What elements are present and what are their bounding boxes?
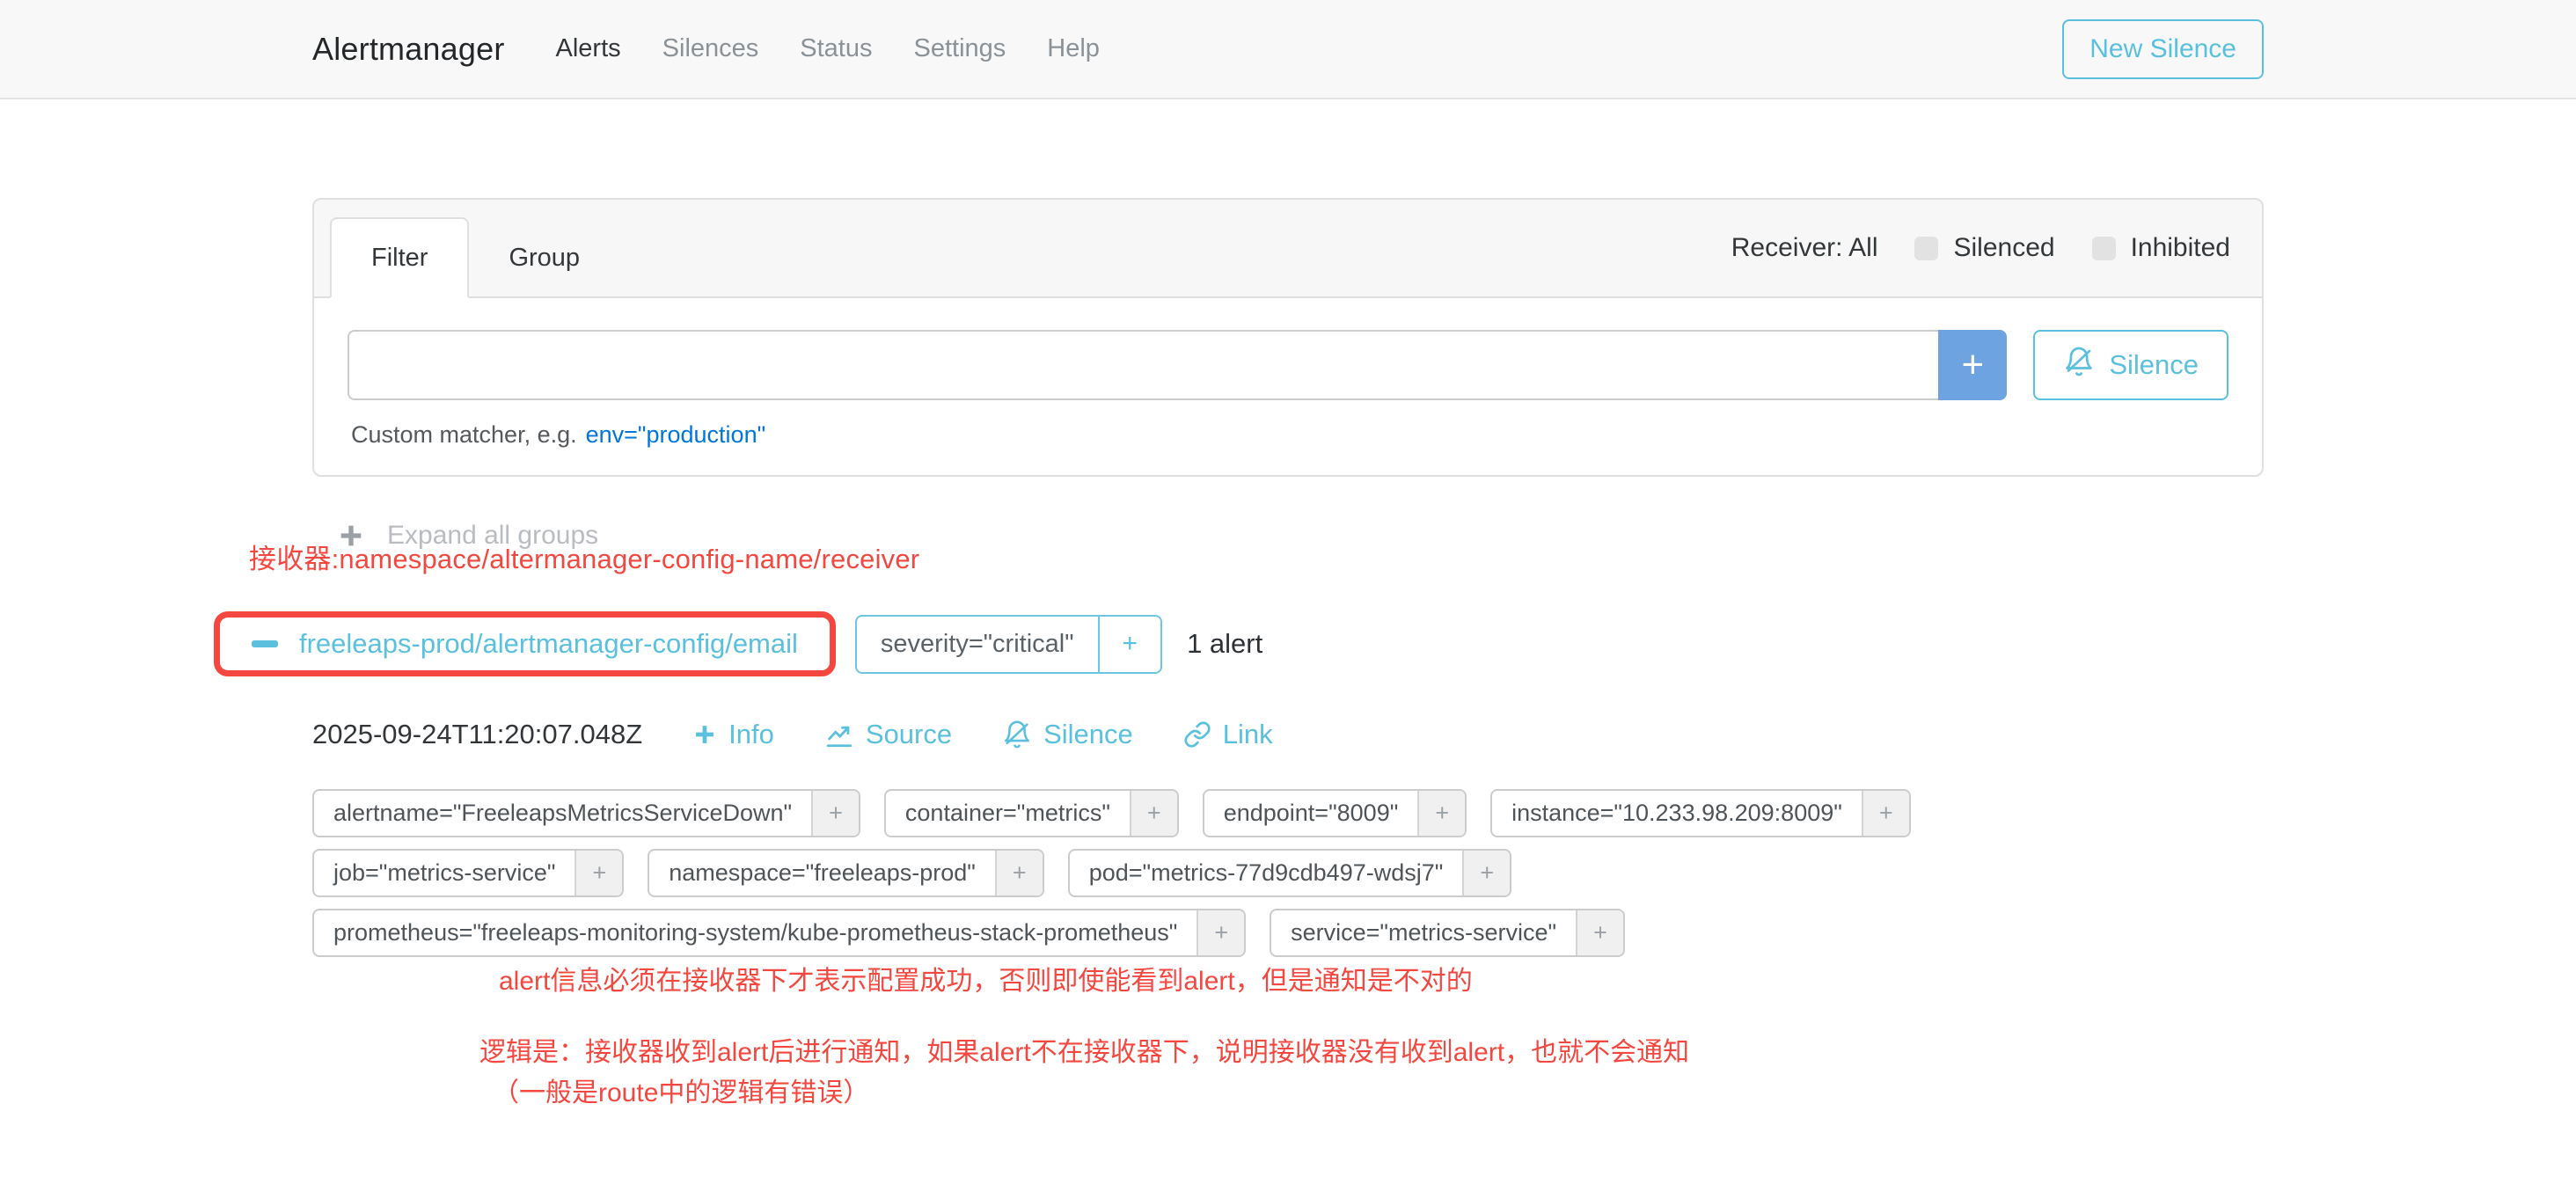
annotation-logic-line1: 逻辑是：接收器收到alert后进行通知，如果alert不在接收器下，说明接收器没… xyxy=(479,1033,2264,1073)
inhibited-checkbox[interactable] xyxy=(2092,237,2116,260)
app-title: Alertmanager xyxy=(312,31,505,68)
receiver-group-link[interactable]: freeleaps-prod/alertmanager-config/email xyxy=(299,628,798,660)
label-value[interactable]: endpoint="8009" xyxy=(1204,791,1418,836)
silence-button-label: Silence xyxy=(2109,349,2199,381)
link-icon xyxy=(1183,720,1211,749)
nav-help[interactable]: Help xyxy=(1047,34,1100,63)
label-value[interactable]: prometheus="freeleaps-monitoring-system/… xyxy=(314,910,1197,955)
matcher-example-link[interactable]: env="production" xyxy=(586,421,766,448)
alert-source-link[interactable]: Source xyxy=(824,719,952,750)
plus-icon xyxy=(692,722,717,747)
matcher-input[interactable] xyxy=(348,330,1938,400)
label-chip: pod="metrics-77d9cdb497-wdsj7" + xyxy=(1068,849,1511,897)
alert-silence-button[interactable]: Silence xyxy=(1002,719,1133,750)
inhibited-checkbox-label: Inhibited xyxy=(2131,233,2230,263)
nav-status[interactable]: Status xyxy=(800,34,872,63)
filter-card-header: Filter Group Receiver: All Silenced Inhi… xyxy=(314,200,2262,298)
label-add-button[interactable]: + xyxy=(1862,791,1909,836)
annotation-logic-note: 逻辑是：接收器收到alert后进行通知，如果alert不在接收器下，说明接收器没… xyxy=(479,1033,2264,1114)
tab-filter[interactable]: Filter xyxy=(330,217,469,298)
nav-alerts[interactable]: Alerts xyxy=(556,34,621,63)
add-matcher-button[interactable]: + xyxy=(1938,330,2007,400)
silence-from-filter-button[interactable]: Silence xyxy=(2033,330,2228,400)
label-chip: instance="10.233.98.209:8009" + xyxy=(1490,789,1911,837)
annotation-alert-note: alert信息必须在接收器下才表示配置成功，否则即使能看到alert，但是通知是… xyxy=(499,959,2264,998)
label-add-button[interactable]: + xyxy=(811,791,859,836)
group-matcher-add-button[interactable]: + xyxy=(1098,617,1161,672)
label-add-button[interactable]: + xyxy=(995,851,1043,895)
label-chip: namespace="freeleaps-prod" + xyxy=(648,849,1043,897)
bell-slash-icon xyxy=(1002,720,1032,749)
annotation-logic-line2: （一般是route中的逻辑有错误） xyxy=(479,1073,2264,1114)
inhibited-checkbox-item[interactable]: Inhibited xyxy=(2092,233,2230,263)
matcher-hint: Custom matcher, e.g. env="production" xyxy=(348,421,2228,449)
receiver-filter-label[interactable]: Receiver: All xyxy=(1731,233,1878,263)
label-value[interactable]: namespace="freeleaps-prod" xyxy=(649,851,995,895)
annotation-highlight-box: freeleaps-prod/alertmanager-config/email xyxy=(214,611,836,676)
collapse-minus-icon[interactable] xyxy=(252,640,278,647)
alert-item: 2025-09-24T11:20:07.048Z Info xyxy=(312,719,2264,1114)
label-chip: prometheus="freeleaps-monitoring-system/… xyxy=(312,909,1246,957)
label-add-button[interactable]: + xyxy=(1417,791,1465,836)
matcher-input-group: + xyxy=(348,330,2007,400)
label-value[interactable]: container="metrics" xyxy=(886,791,1130,836)
group-matcher-label: severity="critical" xyxy=(857,617,1098,672)
filter-card: Filter Group Receiver: All Silenced Inhi… xyxy=(312,198,2264,477)
label-chip: endpoint="8009" + xyxy=(1203,789,1467,837)
new-silence-button[interactable]: New Silence xyxy=(2062,19,2264,79)
alert-groups-section: Expand all groups 接收器:namespace/alterman… xyxy=(312,521,2264,1114)
chart-icon xyxy=(824,720,854,749)
top-bar: Alertmanager Alerts Silences Status Sett… xyxy=(0,0,2576,99)
matcher-hint-text: Custom matcher, e.g. xyxy=(351,421,577,448)
bell-slash-icon xyxy=(2063,346,2095,384)
label-value[interactable]: alertname="FreeleapsMetricsServiceDown" xyxy=(314,791,811,836)
label-chip: container="metrics" + xyxy=(884,789,1179,837)
silenced-checkbox-item[interactable]: Silenced xyxy=(1914,233,2054,263)
label-add-button[interactable]: + xyxy=(1197,910,1244,955)
alert-silence-label: Silence xyxy=(1043,719,1133,750)
label-value[interactable]: service="metrics-service" xyxy=(1271,910,1576,955)
silenced-checkbox[interactable] xyxy=(1914,237,1938,260)
silenced-checkbox-label: Silenced xyxy=(1953,233,2054,263)
filter-options: Receiver: All Silenced Inhibited xyxy=(1731,233,2230,263)
tab-group[interactable]: Group xyxy=(469,217,619,298)
label-value[interactable]: pod="metrics-77d9cdb497-wdsj7" xyxy=(1070,851,1463,895)
filter-card-body: + Silence Custom matcher, e.g. env="produ… xyxy=(314,298,2262,475)
filter-tabs: Filter Group xyxy=(330,217,619,298)
annotation-receiver-note: 接收器:namespace/altermanager-config-name/r… xyxy=(249,537,2264,576)
nav-settings[interactable]: Settings xyxy=(914,34,1006,63)
label-add-button[interactable]: + xyxy=(1576,910,1623,955)
label-value[interactable]: instance="10.233.98.209:8009" xyxy=(1492,791,1862,836)
alert-timestamp: 2025-09-24T11:20:07.048Z xyxy=(312,719,642,750)
receiver-group-row: freeleaps-prod/alertmanager-config/email… xyxy=(214,611,2264,676)
label-add-button[interactable]: + xyxy=(1462,851,1510,895)
label-value[interactable]: job="metrics-service" xyxy=(314,851,574,895)
label-add-button[interactable]: + xyxy=(574,851,622,895)
nav-silences[interactable]: Silences xyxy=(662,34,759,63)
main-nav: Alerts Silences Status Settings Help xyxy=(556,34,1100,63)
alert-source-label: Source xyxy=(866,719,952,750)
alert-link-label: Link xyxy=(1223,719,1273,750)
alert-count: 1 alert xyxy=(1187,628,1262,660)
label-add-button[interactable]: + xyxy=(1130,791,1177,836)
alert-info-label: Info xyxy=(728,719,774,750)
alert-permalink[interactable]: Link xyxy=(1183,719,1273,750)
alert-labels: alertname="FreeleapsMetricsServiceDown" … xyxy=(312,789,2264,957)
label-chip: service="metrics-service" + xyxy=(1270,909,1625,957)
label-chip: job="metrics-service" + xyxy=(312,849,624,897)
group-matcher-chip: severity="critical" + xyxy=(855,615,1162,674)
label-chip: alertname="FreeleapsMetricsServiceDown" … xyxy=(312,789,860,837)
alert-info-button[interactable]: Info xyxy=(692,719,774,750)
